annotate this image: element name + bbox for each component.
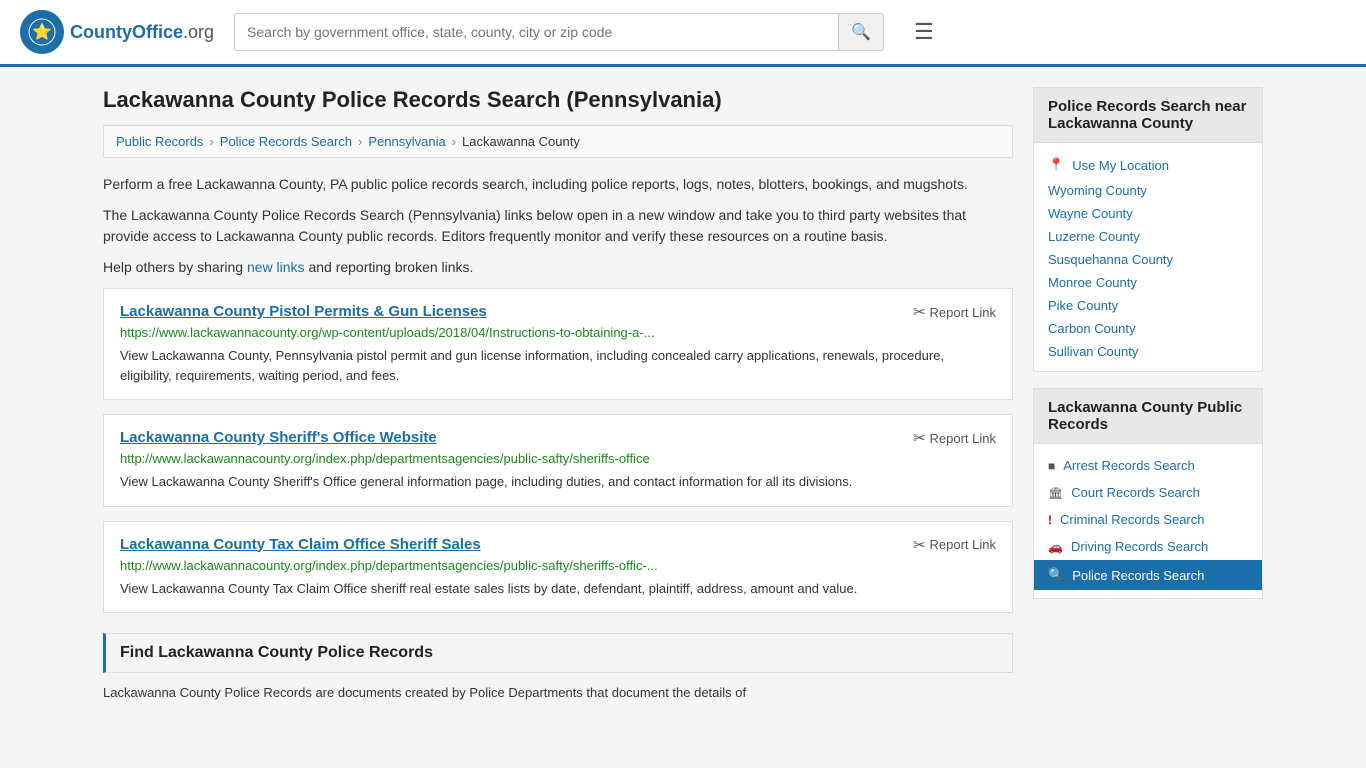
result-header-1: Lackawanna County Pistol Permits & Gun L… bbox=[120, 303, 996, 321]
use-location-item[interactable]: 📍 Use My Location bbox=[1034, 151, 1262, 179]
result-url-3[interactable]: http://www.lackawannacounty.org/index.ph… bbox=[120, 558, 996, 573]
court-records-icon: 🏛 bbox=[1048, 486, 1063, 500]
sidebar-wyoming-county[interactable]: Wyoming County bbox=[1034, 179, 1262, 202]
location-pin-icon: 📍 bbox=[1048, 157, 1064, 173]
logo-icon: ⭐ bbox=[20, 10, 64, 54]
svg-text:⭐: ⭐ bbox=[32, 22, 52, 41]
result-url-2[interactable]: http://www.lackawannacounty.org/index.ph… bbox=[120, 451, 996, 466]
new-links-link[interactable]: new links bbox=[247, 259, 305, 275]
sidebar-monroe-county[interactable]: Monroe County bbox=[1034, 271, 1262, 294]
desc-para-1: Perform a free Lackawanna County, PA pub… bbox=[103, 174, 1013, 195]
logo-text: CountyOffice.org bbox=[70, 22, 214, 43]
content-wrap: Lackawanna County Police Records Search … bbox=[83, 67, 1283, 723]
page-title: Lackawanna County Police Records Search … bbox=[103, 87, 1013, 113]
pr-criminal-records[interactable]: ! Criminal Records Search bbox=[1034, 506, 1262, 533]
result-desc-2: View Lackawanna County Sheriff's Office … bbox=[120, 472, 996, 492]
nearby-counties-list: 📍 Use My Location Wyoming County Wayne C… bbox=[1034, 143, 1262, 371]
find-section-text: Lackawanna County Police Records are doc… bbox=[103, 683, 1013, 703]
breadcrumb-current: Lackawanna County bbox=[462, 134, 580, 149]
desc-para-3: Help others by sharing new links and rep… bbox=[103, 257, 1013, 278]
search-bar: 🔍 bbox=[234, 13, 884, 51]
report-icon-3: ✂ bbox=[913, 536, 926, 554]
public-records-box: Lackawanna County Public Records ■ Arres… bbox=[1033, 388, 1263, 599]
breadcrumb-police-records-search[interactable]: Police Records Search bbox=[220, 134, 352, 149]
breadcrumb-pennsylvania[interactable]: Pennsylvania bbox=[368, 134, 445, 149]
sidebar-pike-county[interactable]: Pike County bbox=[1034, 294, 1262, 317]
hamburger-menu-icon[interactable]: ☰ bbox=[914, 19, 934, 45]
report-link-3[interactable]: ✂ Report Link bbox=[913, 536, 996, 554]
sidebar-carbon-county[interactable]: Carbon County bbox=[1034, 317, 1262, 340]
pr-police-records[interactable]: 🔍 Police Records Search bbox=[1034, 560, 1262, 590]
result-desc-1: View Lackawanna County, Pennsylvania pis… bbox=[120, 346, 996, 385]
arrest-records-icon: ■ bbox=[1048, 459, 1055, 473]
logo[interactable]: ⭐ CountyOffice.org bbox=[20, 10, 214, 54]
search-input[interactable] bbox=[235, 16, 838, 48]
sidebar-sullivan-county[interactable]: Sullivan County bbox=[1034, 340, 1262, 363]
result-title-1[interactable]: Lackawanna County Pistol Permits & Gun L… bbox=[120, 303, 487, 320]
sidebar-luzerne-county[interactable]: Luzerne County bbox=[1034, 225, 1262, 248]
public-records-title: Lackawanna County Public Records bbox=[1034, 389, 1262, 444]
criminal-records-icon: ! bbox=[1048, 513, 1052, 527]
result-header-3: Lackawanna County Tax Claim Office Sheri… bbox=[120, 536, 996, 554]
search-button[interactable]: 🔍 bbox=[838, 14, 883, 50]
result-desc-3: View Lackawanna County Tax Claim Office … bbox=[120, 579, 996, 599]
public-records-list: ■ Arrest Records Search 🏛 Court Records … bbox=[1034, 444, 1262, 598]
main-column: Lackawanna County Police Records Search … bbox=[103, 87, 1013, 703]
driving-records-icon: 🚗 bbox=[1048, 540, 1063, 554]
breadcrumb: Public Records › Police Records Search ›… bbox=[103, 125, 1013, 158]
pr-driving-records[interactable]: 🚗 Driving Records Search bbox=[1034, 533, 1262, 560]
result-card-3: Lackawanna County Tax Claim Office Sheri… bbox=[103, 521, 1013, 614]
nearby-counties-title: Police Records Search near Lackawanna Co… bbox=[1034, 88, 1262, 143]
sidebar: Police Records Search near Lackawanna Co… bbox=[1033, 87, 1263, 703]
breadcrumb-sep-1: › bbox=[209, 134, 213, 149]
sidebar-wayne-county[interactable]: Wayne County bbox=[1034, 202, 1262, 225]
breadcrumb-public-records[interactable]: Public Records bbox=[116, 134, 203, 149]
sidebar-susquehanna-county[interactable]: Susquehanna County bbox=[1034, 248, 1262, 271]
result-title-3[interactable]: Lackawanna County Tax Claim Office Sheri… bbox=[120, 536, 481, 553]
header: ⭐ CountyOffice.org 🔍 ☰ bbox=[0, 0, 1366, 67]
desc-para-2: The Lackawanna County Police Records Sea… bbox=[103, 205, 1013, 247]
result-url-1[interactable]: https://www.lackawannacounty.org/wp-cont… bbox=[120, 325, 996, 340]
breadcrumb-sep-3: › bbox=[452, 134, 456, 149]
use-location-link[interactable]: Use My Location bbox=[1072, 158, 1169, 173]
nearby-counties-box: Police Records Search near Lackawanna Co… bbox=[1033, 87, 1263, 372]
find-section-heading: Find Lackawanna County Police Records bbox=[103, 633, 1013, 673]
result-card-2: Lackawanna County Sheriff's Office Websi… bbox=[103, 414, 1013, 507]
report-icon-2: ✂ bbox=[913, 429, 926, 447]
report-icon-1: ✂ bbox=[913, 303, 926, 321]
pr-court-records[interactable]: 🏛 Court Records Search bbox=[1034, 479, 1262, 506]
report-link-1[interactable]: ✂ Report Link bbox=[913, 303, 996, 321]
breadcrumb-sep-2: › bbox=[358, 134, 362, 149]
report-link-2[interactable]: ✂ Report Link bbox=[913, 429, 996, 447]
police-records-icon: 🔍 bbox=[1048, 567, 1064, 583]
result-title-2[interactable]: Lackawanna County Sheriff's Office Websi… bbox=[120, 429, 437, 446]
pr-arrest-records[interactable]: ■ Arrest Records Search bbox=[1034, 452, 1262, 479]
result-header-2: Lackawanna County Sheriff's Office Websi… bbox=[120, 429, 996, 447]
result-card-1: Lackawanna County Pistol Permits & Gun L… bbox=[103, 288, 1013, 400]
